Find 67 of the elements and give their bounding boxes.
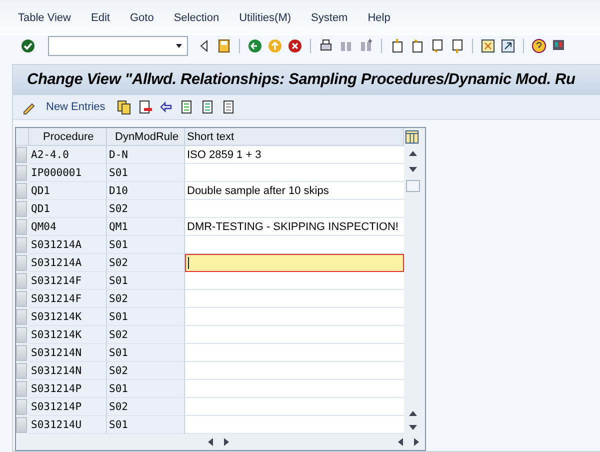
table-cell: A2-4.0 xyxy=(29,146,107,164)
scroll-left-button[interactable] xyxy=(396,437,406,447)
table-cell: S01 xyxy=(107,272,185,290)
table-cell: QD1 xyxy=(29,182,107,200)
delete-row-icon[interactable] xyxy=(137,99,154,115)
scroll-right-button[interactable] xyxy=(222,437,232,447)
table-cell: D-N xyxy=(107,146,185,164)
table-cell: S031214K xyxy=(29,308,107,326)
table-cell: S031214P xyxy=(29,380,107,398)
new-entries-button[interactable]: New Entries xyxy=(42,101,112,113)
input-field[interactable] xyxy=(185,254,404,272)
table-cell: S031214A xyxy=(29,236,107,254)
menu-item[interactable]: System xyxy=(301,12,358,24)
table-cell: S02 xyxy=(107,254,185,272)
menu-item[interactable]: Goto xyxy=(120,12,164,24)
table-cell: QM04 xyxy=(29,218,107,236)
table-cell: Double sample after 10 skips xyxy=(185,182,404,200)
table-cell: D10 xyxy=(107,182,185,200)
undo-arrow-icon[interactable] xyxy=(158,99,174,115)
table-cell: S031214F xyxy=(29,290,107,308)
table-cell: QD1 xyxy=(29,200,107,218)
table-cell: S031214P xyxy=(29,398,107,416)
scroll-thumb[interactable] xyxy=(406,180,420,192)
copy-icon[interactable] xyxy=(116,99,132,115)
window-icon[interactable] xyxy=(480,38,496,54)
save-icon[interactable] xyxy=(216,38,232,54)
dropdown-icon[interactable] xyxy=(175,42,183,50)
scroll-down-button[interactable] xyxy=(408,422,418,432)
table-cell: S031214K xyxy=(29,326,107,344)
table-cell: S01 xyxy=(107,344,185,362)
cancel-icon[interactable] xyxy=(287,38,303,54)
column-header: Procedure xyxy=(29,128,107,146)
table-cell: IP000001 xyxy=(29,164,107,182)
command-field[interactable] xyxy=(48,36,188,56)
scroll-left-button[interactable] xyxy=(206,437,216,447)
table-cell: S031214F xyxy=(29,272,107,290)
check-icon[interactable] xyxy=(20,38,36,54)
table-cell: S01 xyxy=(107,236,185,254)
table-cell: S02 xyxy=(107,290,185,308)
table-cell: S01 xyxy=(107,380,185,398)
table-cell: S02 xyxy=(107,362,185,380)
table-cell: ISO 2859 1 + 3 xyxy=(185,146,404,164)
table-cell: S031214U xyxy=(29,416,107,434)
table-cell: S01 xyxy=(107,308,185,326)
table-cell: S02 xyxy=(107,398,185,416)
table-cell: DMR-TESTING - SKIPPING INSPECTION! xyxy=(185,218,404,236)
menu-item[interactable]: Utilities(M) xyxy=(229,12,302,24)
menu-item[interactable]: Edit xyxy=(81,12,120,24)
table-cell: S01 xyxy=(107,416,185,434)
table-cell: QM1 xyxy=(107,218,185,236)
table-cell: S031214A xyxy=(29,254,107,272)
column-settings-icon[interactable] xyxy=(405,130,419,144)
scroll-down-button[interactable] xyxy=(408,164,418,174)
help-icon[interactable] xyxy=(531,38,547,54)
column-header: DynModRule xyxy=(107,128,185,146)
table-cell: S031214N xyxy=(29,344,107,362)
back-icon[interactable] xyxy=(247,38,263,54)
column-header: Short text xyxy=(185,128,404,146)
menu-item[interactable]: Table View xyxy=(8,12,81,24)
table-cell: S02 xyxy=(107,200,185,218)
menu-item[interactable]: Selection xyxy=(164,12,230,24)
screen-title: Change View "Allwd. Relationships: Sampling Procedures/Dynamic Mod. Ru xyxy=(27,71,576,89)
table-cell: S02 xyxy=(107,326,185,344)
table-cell: S01 xyxy=(107,164,185,182)
table-cell: S031214N xyxy=(29,362,107,380)
scroll-right-button[interactable] xyxy=(411,437,421,447)
menu-item[interactable]: Help xyxy=(358,12,400,24)
